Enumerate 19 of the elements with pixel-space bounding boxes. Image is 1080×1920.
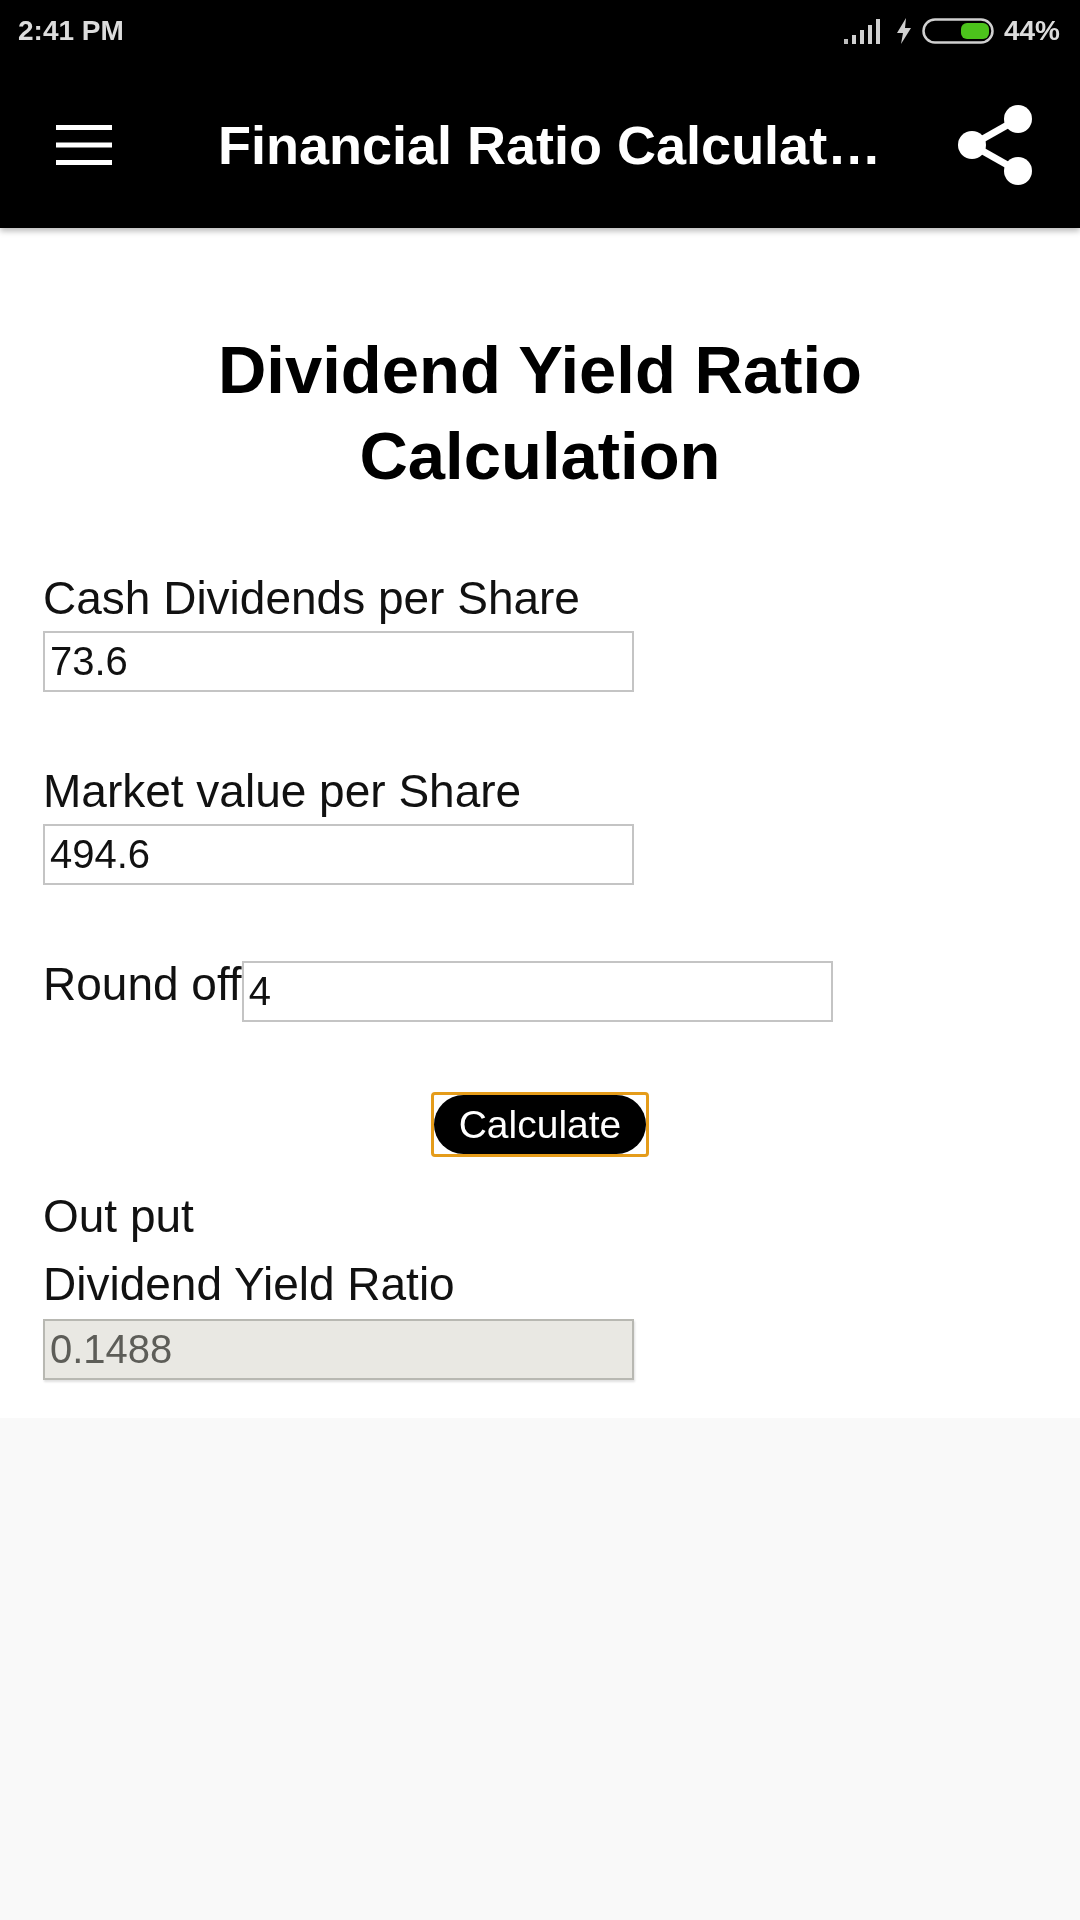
battery-icon — [921, 18, 994, 44]
field-label: Market value per Share — [43, 764, 522, 819]
page-heading: Dividend Yield Ratio Calculation — [216, 331, 864, 495]
output-field: 0.1488 — [43, 1319, 634, 1380]
field-label: Cash Dividends per Share — [43, 571, 580, 626]
menu-icon[interactable] — [56, 125, 112, 165]
output-title: Out put — [43, 1189, 194, 1244]
charging-bolt-icon — [895, 18, 912, 44]
input-field[interactable]: 73.6 — [43, 631, 634, 692]
input-field[interactable]: 4 — [241, 961, 833, 1022]
status-time: 2:41 PM — [18, 17, 124, 45]
input-field[interactable]: 494.6 — [43, 824, 634, 885]
signal-icon — [843, 18, 880, 44]
field-label: Round off — [43, 957, 242, 1012]
field-label: Dividend Yield Ratio — [43, 1257, 455, 1312]
battery-percent: 44% — [1003, 17, 1060, 45]
share-icon[interactable] — [958, 105, 1032, 185]
calculate-button[interactable]: Calculate — [430, 1092, 650, 1157]
app-title: Financial Ratio Calculat… — [218, 113, 882, 177]
